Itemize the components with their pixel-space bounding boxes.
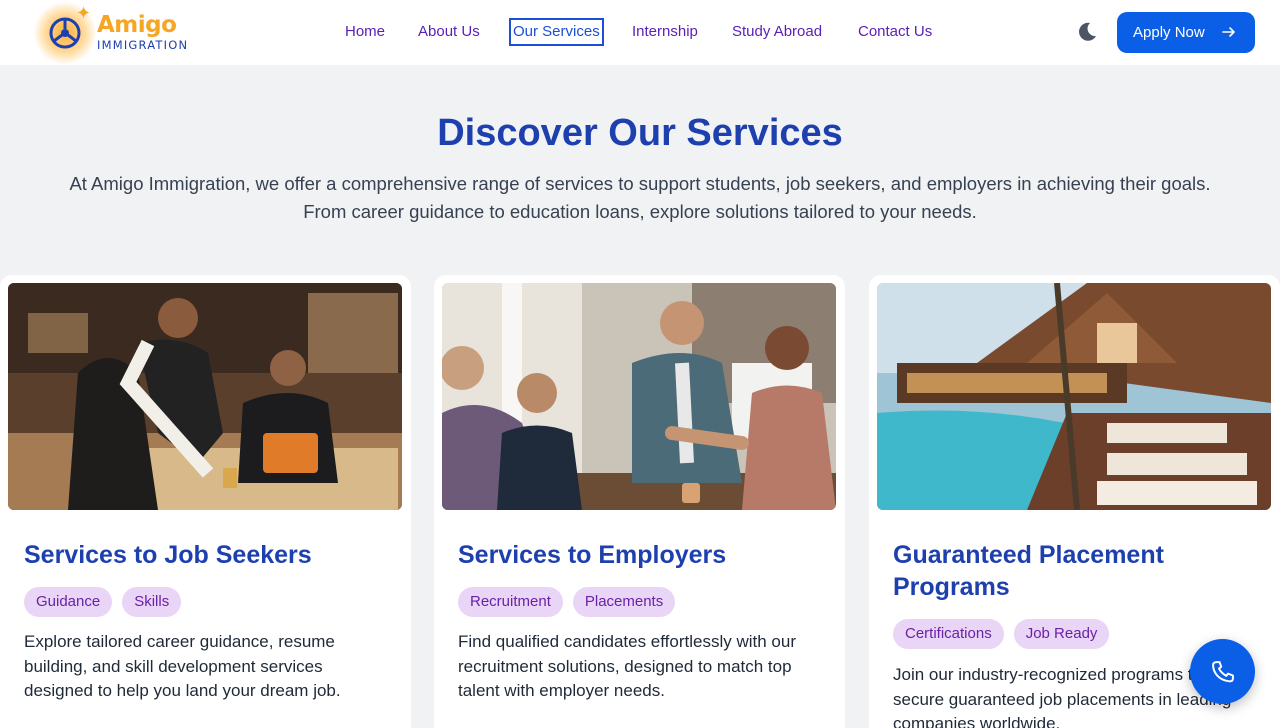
card-description: Find qualified candidates effortlessly w… <box>458 632 796 700</box>
apply-now-label: Apply Now <box>1133 24 1205 41</box>
nav-our-services[interactable]: Our Services <box>509 18 604 46</box>
service-card-job-seekers[interactable]: Services to Job Seekers Guidance Skills … <box>0 275 411 728</box>
tag-chip[interactable]: Skills <box>122 587 182 617</box>
brand-logo[interactable]: ✦ Amigo IMMIGRATION <box>34 2 204 64</box>
card-title: Guaranteed Placement Programs <box>893 541 1164 601</box>
tag-chip[interactable]: Job Ready <box>1013 619 1110 649</box>
apply-now-button[interactable]: Apply Now <box>1117 12 1255 53</box>
tag-list: Guidance Skills <box>24 587 182 617</box>
tag-chip[interactable]: Recruitment <box>458 587 563 617</box>
card-description: Explore tailored career guidance, resume… <box>24 632 341 700</box>
nav-internship[interactable]: Internship <box>632 18 698 46</box>
job-seekers-image <box>8 283 402 510</box>
card-title: Services to Job Seekers <box>24 541 312 569</box>
card-title: Services to Employers <box>458 541 727 569</box>
hero-description: At Amigo Immigration, we offer a compreh… <box>20 170 1260 226</box>
placement-image <box>877 283 1271 510</box>
tag-list: Recruitment Placements <box>458 587 676 617</box>
hero-description-line-2: From career guidance to education loans,… <box>303 201 977 222</box>
moon-icon[interactable] <box>1076 21 1098 43</box>
card-description: Join our industry-recognized programs to… <box>893 665 1232 728</box>
nav-study-abroad[interactable]: Study Abroad <box>732 18 822 46</box>
brand-name: Amigo <box>97 12 177 38</box>
call-button[interactable] <box>1190 639 1255 704</box>
site-header: ✦ Amigo IMMIGRATION Home About Us Our Se… <box>0 0 1280 65</box>
tag-chip[interactable]: Certifications <box>893 619 1004 649</box>
nav-about-us[interactable]: About Us <box>418 18 480 46</box>
nav-home[interactable]: Home <box>345 18 385 46</box>
arrow-right-icon <box>1222 27 1235 37</box>
service-card-employers[interactable]: Services to Employers Recruitment Placem… <box>434 275 845 728</box>
employers-image <box>442 283 836 510</box>
brand-tagline: IMMIGRATION <box>97 38 189 52</box>
phone-icon <box>1211 660 1234 682</box>
hero-description-line-1: At Amigo Immigration, we offer a compreh… <box>69 173 1211 194</box>
tag-list: Certifications Job Ready <box>893 619 1110 649</box>
tag-chip[interactable]: Placements <box>572 587 676 617</box>
tag-chip[interactable]: Guidance <box>24 587 113 617</box>
nav-contact-us[interactable]: Contact Us <box>858 18 932 46</box>
sparkle-icon: ✦ <box>76 3 92 23</box>
page-title: Discover Our Services <box>437 112 843 154</box>
